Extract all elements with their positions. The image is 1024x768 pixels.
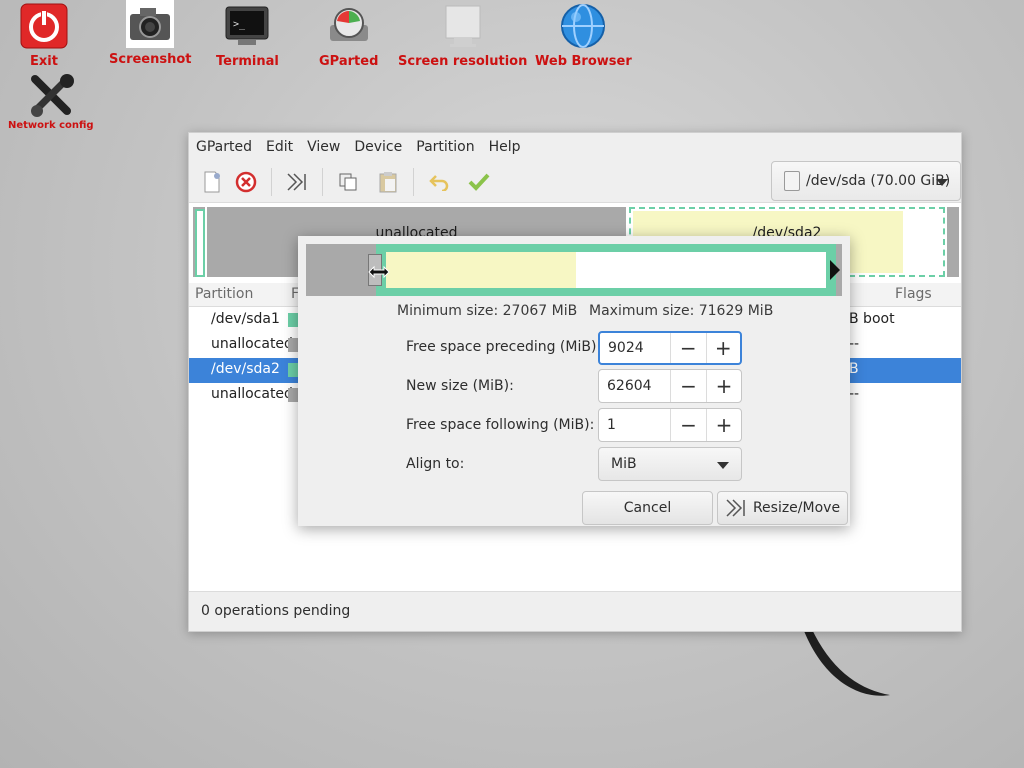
desktop-icon-label: Screen resolution xyxy=(398,54,528,69)
device-selector[interactable]: /dev/sda (70.00 GiB) xyxy=(771,161,961,201)
partition-block-sda1[interactable] xyxy=(193,207,205,277)
globe-icon xyxy=(559,2,607,50)
new-partition-button[interactable] xyxy=(195,165,229,199)
resize-move-button[interactable]: Resize/Move xyxy=(717,491,848,525)
monitor-icon xyxy=(439,2,487,50)
toolbar: /dev/sda (70.00 GiB) xyxy=(189,161,961,203)
apply-button[interactable] xyxy=(462,165,496,199)
delete-partition-button[interactable] xyxy=(229,165,263,199)
desktop-icon-label: Terminal xyxy=(216,54,279,69)
maximum-size-label: Maximum size: 71629 MiB xyxy=(589,303,774,319)
paste-button[interactable] xyxy=(371,165,405,199)
terminal-icon: >_ xyxy=(223,2,271,50)
desktop-icon-screen-resolution[interactable]: Screen resolution xyxy=(398,2,527,69)
new-size-stepper: 62604 − + xyxy=(598,369,742,403)
column-header-partition[interactable]: Partition xyxy=(195,286,253,302)
column-header-flags[interactable]: Flags xyxy=(895,286,932,302)
menu-edit[interactable]: Edit xyxy=(259,139,300,155)
used-space-bar xyxy=(386,252,576,288)
undo-icon xyxy=(429,174,449,191)
toolbar-separator xyxy=(322,167,323,196)
menu-help[interactable]: Help xyxy=(482,139,528,155)
minimum-size-label: Minimum size: 27067 MiB xyxy=(397,303,578,319)
free-space-preceding-input[interactable]: 9024 xyxy=(600,333,672,363)
increment-button[interactable]: + xyxy=(705,333,740,363)
decrement-button[interactable]: − xyxy=(671,333,705,363)
flags-cell: -- xyxy=(849,336,860,352)
resize-move-toolbar-button[interactable] xyxy=(280,165,314,199)
increment-button[interactable]: + xyxy=(706,370,741,402)
decrement-button[interactable]: − xyxy=(671,409,706,441)
desktop-icon-label: Exit xyxy=(30,54,58,69)
copy-button[interactable] xyxy=(331,165,365,199)
cancel-button-label: Cancel xyxy=(623,500,672,516)
resize-cursor-icon xyxy=(368,265,390,279)
flags-cell: B xyxy=(849,361,859,377)
wrench-icon xyxy=(27,72,75,120)
align-to-value: MiB xyxy=(611,456,637,472)
right-resize-handle[interactable] xyxy=(830,260,840,280)
new-size-label: New size (MiB): xyxy=(406,378,514,394)
chevron-down-icon xyxy=(936,179,948,186)
free-space-preceding-stepper: 9024 − + xyxy=(598,331,742,365)
desktop-icon-label: GParted xyxy=(319,54,379,69)
desktop-icon-screenshot[interactable]: Screenshot xyxy=(109,0,192,67)
partition-name: /dev/sda2 xyxy=(211,361,280,377)
align-to-dropdown[interactable]: MiB xyxy=(598,447,742,481)
new-size-input[interactable]: 62604 xyxy=(599,370,671,402)
gparted-icon xyxy=(325,2,373,50)
copy-icon xyxy=(339,173,357,190)
paste-icon xyxy=(379,171,397,192)
svg-text:>_: >_ xyxy=(233,19,246,30)
cancel-button[interactable]: Cancel xyxy=(582,491,713,525)
desktop-icon-label: Screenshot xyxy=(109,52,192,67)
partition-name: /dev/sda1 xyxy=(211,311,280,327)
desktop-icon-terminal[interactable]: >_ Terminal xyxy=(216,2,279,69)
menu-gparted[interactable]: GParted xyxy=(189,139,259,155)
status-bar: 0 operations pending xyxy=(189,591,961,631)
free-space-following-input[interactable]: 1 xyxy=(599,409,671,441)
partition-name: unallocated xyxy=(211,336,293,352)
desktop-icon-network-config[interactable]: Network config xyxy=(8,72,94,131)
flags-cell: B boot xyxy=(849,311,895,327)
desktop-icon-web-browser[interactable]: Web Browser xyxy=(535,2,632,69)
disk-icon xyxy=(784,171,800,191)
menu-bar: GParted Edit View Device Partition Help xyxy=(189,133,961,161)
operations-pending-label: 0 operations pending xyxy=(201,603,351,619)
delete-icon xyxy=(235,171,257,192)
menu-device[interactable]: Device xyxy=(347,139,409,155)
decrement-button[interactable]: − xyxy=(671,370,706,402)
resize-icon xyxy=(287,172,306,191)
camera-icon xyxy=(126,0,175,48)
desktop-icon-exit[interactable]: Exit xyxy=(20,2,68,69)
toolbar-separator xyxy=(413,167,414,196)
power-icon xyxy=(20,2,68,50)
checkmark-icon xyxy=(468,173,490,191)
menu-partition[interactable]: Partition xyxy=(409,139,481,155)
free-space-preceding-label: Free space preceding (MiB): xyxy=(406,339,602,355)
free-space-following-label: Free space following (MiB): xyxy=(406,417,595,433)
new-document-icon xyxy=(204,171,220,192)
align-to-label: Align to: xyxy=(406,456,465,472)
free-space-following-stepper: 1 − + xyxy=(598,408,742,442)
resize-move-button-label: Resize/Move xyxy=(752,500,841,516)
desktop-icon-label: Network config xyxy=(8,120,94,131)
increment-button[interactable]: + xyxy=(706,409,741,441)
menu-view[interactable]: View xyxy=(300,139,347,155)
desktop-icon-gparted[interactable]: GParted xyxy=(319,2,378,69)
toolbar-separator xyxy=(271,167,272,196)
partition-name: unallocated xyxy=(211,386,293,402)
chevron-down-icon xyxy=(717,462,729,469)
flags-cell: -- xyxy=(849,386,860,402)
resize-icon xyxy=(726,499,745,517)
undo-button[interactable] xyxy=(422,165,456,199)
partition-body xyxy=(386,252,826,288)
device-selector-label: /dev/sda (70.00 GiB) xyxy=(806,173,951,189)
partition-block-unallocated-end[interactable] xyxy=(947,207,959,277)
desktop-icon-label: Web Browser xyxy=(535,54,632,69)
